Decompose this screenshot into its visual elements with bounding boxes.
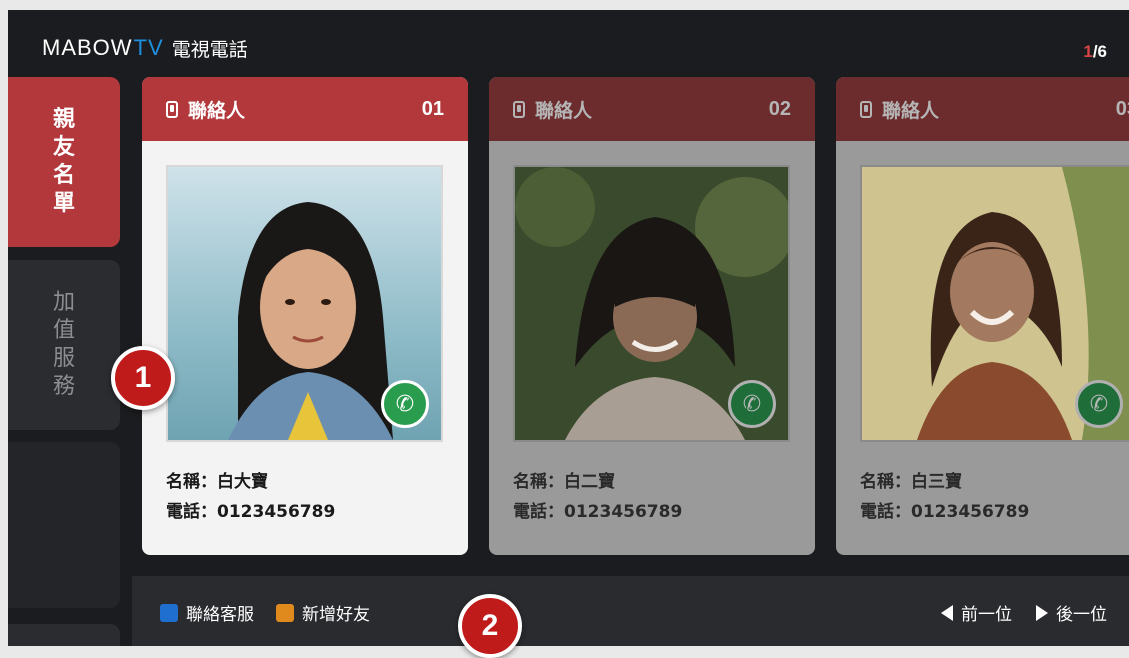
contact-support-button[interactable]: 聯絡客服 bbox=[160, 600, 254, 625]
phone-call-icon[interactable]: ✆ bbox=[1075, 380, 1123, 428]
app-title: 電視電話 bbox=[171, 38, 248, 61]
logo-text: MABOW bbox=[42, 35, 133, 60]
contact-number: 03 bbox=[1115, 97, 1129, 120]
phone-call-icon[interactable]: ✆ bbox=[728, 380, 776, 428]
contact-card[interactable]: 聯絡人 03 ✆ 名稱：白三寶 電話：0123456789 bbox=[836, 77, 1129, 555]
mobile-phone-icon bbox=[860, 100, 872, 118]
contact-info: 名稱： 白二寶 電話： 0123456789 bbox=[513, 467, 682, 527]
contact-photo: ✆ bbox=[860, 165, 1129, 442]
callout-badge-2: 2 bbox=[458, 594, 522, 658]
contact-number: 02 bbox=[768, 97, 791, 120]
sidebar-item-label: 單 bbox=[52, 191, 75, 216]
sidebar-item-empty[interactable] bbox=[8, 442, 120, 608]
mobile-phone-icon bbox=[166, 100, 178, 118]
contact-card-header: 聯絡人 01 bbox=[142, 77, 468, 141]
contact-number: 01 bbox=[421, 97, 444, 120]
contact-photo: ✆ bbox=[513, 165, 790, 442]
next-button[interactable]: 後一位 bbox=[1036, 600, 1107, 625]
contact-card-title: 聯絡人 bbox=[188, 99, 246, 122]
tv-screen: MABOWTV 電視電話 1/6 親 友 名 單 加 值 服 務 聯絡人 01 bbox=[8, 10, 1129, 646]
contact-support-label: 聯絡客服 bbox=[186, 605, 254, 625]
orange-key-icon bbox=[276, 603, 294, 622]
logo-tv-text: TV bbox=[133, 35, 164, 60]
blue-key-icon bbox=[160, 603, 178, 622]
left-arrow-icon bbox=[941, 604, 953, 621]
contact-name: 白三寶 bbox=[911, 472, 962, 492]
page-current: 1 bbox=[1083, 42, 1093, 61]
color-key-legend: 聯絡客服 新增好友 bbox=[160, 600, 392, 625]
page-indicator: 1/6 bbox=[1083, 42, 1107, 62]
contact-phone: 0123456789 bbox=[911, 502, 1030, 522]
callout-badge-1: 1 bbox=[111, 346, 175, 410]
add-friend-button[interactable]: 新增好友 bbox=[276, 600, 370, 625]
name-label: 名稱： bbox=[166, 472, 217, 492]
contact-phone: 0123456789 bbox=[217, 502, 336, 522]
sidebar-item-label: 值 bbox=[52, 318, 75, 343]
sidebar-item-friends-list[interactable]: 親 友 名 單 bbox=[8, 77, 120, 247]
contact-info: 名稱： 白三寶 電話： 0123456789 bbox=[860, 467, 1029, 527]
contact-card-header: 聯絡人 03 bbox=[836, 77, 1129, 141]
page-total: /6 bbox=[1092, 42, 1107, 61]
name-label: 名稱： bbox=[860, 472, 911, 492]
add-friend-label: 新增好友 bbox=[302, 605, 370, 625]
contact-card-title: 聯絡人 bbox=[882, 99, 940, 122]
contact-card-header: 聯絡人 02 bbox=[489, 77, 815, 141]
contact-card-title: 聯絡人 bbox=[535, 99, 593, 122]
sidebar-item-label: 加 bbox=[52, 290, 75, 315]
navigation-controls: 前一位 後一位 bbox=[917, 600, 1107, 625]
sidebar-item-label: 服 bbox=[52, 346, 75, 371]
contact-name: 白大寶 bbox=[217, 472, 268, 492]
brand-logo: MABOW TV bbox=[42, 35, 164, 61]
next-label: 後一位 bbox=[1056, 605, 1107, 625]
phone-label: 電話： bbox=[513, 502, 564, 522]
contact-photo: ✆ bbox=[166, 165, 443, 442]
sidebar-item-value-added-services[interactable]: 加 值 服 務 bbox=[8, 260, 120, 430]
name-label: 名稱： bbox=[513, 472, 564, 492]
contact-card[interactable]: 聯絡人 01 ✆ 名稱： 白大寶 電話： 0123456789 bbox=[142, 77, 468, 555]
contact-phone: 0123456789 bbox=[564, 502, 683, 522]
contact-info: 名稱： 白大寶 電話： 0123456789 bbox=[166, 467, 335, 527]
sidebar-item-label: 名 bbox=[52, 163, 75, 188]
phone-call-icon[interactable]: ✆ bbox=[381, 380, 429, 428]
previous-label: 前一位 bbox=[961, 605, 1012, 625]
contact-name: 白二寶 bbox=[564, 472, 615, 492]
sidebar-item-label: 務 bbox=[52, 374, 75, 399]
phone-label: 電話： bbox=[860, 502, 911, 522]
sidebar-item-empty-2[interactable] bbox=[8, 624, 120, 646]
mobile-phone-icon bbox=[513, 100, 525, 118]
footer-bar: 聯絡客服 新增好友 前一位 後一位 bbox=[132, 576, 1129, 646]
right-arrow-icon bbox=[1036, 604, 1048, 621]
phone-label: 電話： bbox=[166, 502, 217, 522]
previous-button[interactable]: 前一位 bbox=[941, 600, 1012, 625]
contact-card[interactable]: 聯絡人 02 ✆ 名稱： 白二寶 電話： 0123456789 bbox=[489, 77, 815, 555]
sidebar-item-label: 親 bbox=[52, 107, 75, 132]
app-header: MABOW TV 電視電話 bbox=[42, 34, 248, 62]
sidebar-item-label: 友 bbox=[52, 135, 75, 160]
